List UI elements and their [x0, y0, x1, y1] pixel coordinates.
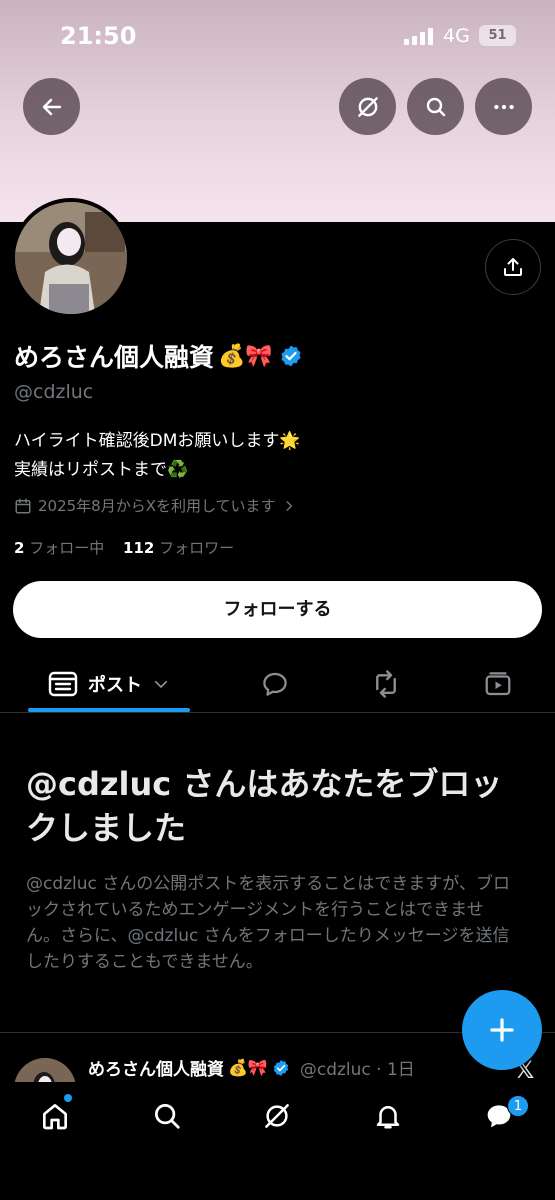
blocked-title: @cdzluc さんはあなたをブロックしました — [26, 765, 503, 847]
calendar-icon — [15, 498, 31, 513]
network-type: 4G — [443, 25, 470, 47]
share-button[interactable] — [485, 239, 541, 295]
following-label: フォロー中 — [29, 539, 105, 557]
nav-home[interactable] — [35, 1096, 75, 1136]
search-icon — [426, 97, 445, 116]
joined-text: 2025年8月からXを利用しています — [38, 497, 276, 515]
nav-search[interactable] — [147, 1096, 187, 1136]
profile-avatar[interactable] — [11, 198, 131, 318]
repost-icon — [376, 670, 396, 698]
grok-icon — [265, 1104, 289, 1128]
home-notification-dot — [64, 1094, 72, 1102]
verified-badge-icon — [281, 345, 301, 367]
more-button[interactable] — [475, 78, 532, 135]
compose-post-button[interactable] — [462, 990, 542, 1070]
post-author-name[interactable]: めろさん個人融資 — [88, 1055, 224, 1080]
battery-icon: 51 — [479, 25, 516, 46]
joined-date[interactable]: 2025年8月からXを利用しています — [14, 495, 296, 516]
video-icon — [485, 672, 511, 696]
more-icon — [493, 104, 514, 109]
following-count: 2 — [14, 539, 25, 557]
profile-display-name: めろさん個人融資 — [14, 343, 215, 372]
follow-button[interactable]: フォローする — [13, 581, 542, 638]
followers-label: フォロワー — [159, 539, 235, 557]
search-button[interactable] — [407, 78, 464, 135]
profile-name: めろさん個人融資 💰🎀 — [14, 338, 303, 374]
plus-icon — [490, 1018, 514, 1042]
nav-notifications[interactable] — [368, 1096, 408, 1136]
signal-icon — [404, 28, 433, 45]
tab-reposts[interactable] — [366, 656, 406, 712]
profile-handle: @cdzluc — [14, 381, 94, 403]
nav-grok[interactable] — [257, 1096, 297, 1136]
followers-count: 112 — [123, 539, 155, 557]
grok-icon — [357, 96, 378, 117]
arrow-left-icon — [42, 98, 61, 115]
profile-name-emoji: 💰🎀 — [218, 343, 273, 369]
profile-bio: ハイライト確認後DMお願いします🌟 実績はリポストまで♻️ — [14, 427, 301, 485]
bio-line: 実績はリポストまで♻️ — [14, 460, 189, 480]
chevron-right-icon — [286, 500, 292, 511]
messages-badge: 1 — [507, 1095, 529, 1117]
profile-tabs: ポスト — [0, 656, 555, 713]
chevron-down-icon — [154, 680, 168, 689]
status-time: 21:50 — [60, 22, 137, 50]
followers-link[interactable]: 112 フォロワー — [123, 539, 234, 557]
tab-posts[interactable]: ポスト — [28, 656, 190, 712]
share-icon — [504, 258, 522, 276]
status-bar: 21:50 4G 51 — [0, 0, 555, 74]
back-button[interactable] — [23, 78, 80, 135]
post-header: めろさん個人融資 💰🎀 @cdzluc · 1日 — [88, 1055, 415, 1080]
following-link[interactable]: 2 フォロー中 — [14, 539, 109, 557]
avatar-image — [15, 202, 127, 314]
search-icon — [155, 1104, 180, 1129]
post-author-emoji: 💰🎀 — [228, 1058, 268, 1077]
blocked-description: @cdzluc さんの公開ポストを表示することはできますが、ブロックされているた… — [26, 874, 510, 972]
tab-replies[interactable] — [255, 656, 295, 712]
active-tab-indicator — [28, 708, 190, 712]
reply-icon — [263, 672, 287, 696]
posts-icon — [48, 671, 78, 697]
bell-icon — [376, 1106, 400, 1129]
home-icon — [43, 1104, 67, 1130]
follow-stats: 2 フォロー中 112 フォロワー — [14, 537, 234, 558]
tab-media[interactable] — [478, 656, 518, 712]
tab-posts-label: ポスト — [88, 675, 142, 696]
verified-badge-icon — [273, 1059, 288, 1076]
bio-line: ハイライト確認後DMお願いします🌟 — [14, 431, 301, 451]
grok-button[interactable] — [339, 78, 396, 135]
post-meta: @cdzluc · 1日 — [299, 1060, 415, 1080]
bottom-navigation — [0, 1082, 555, 1200]
